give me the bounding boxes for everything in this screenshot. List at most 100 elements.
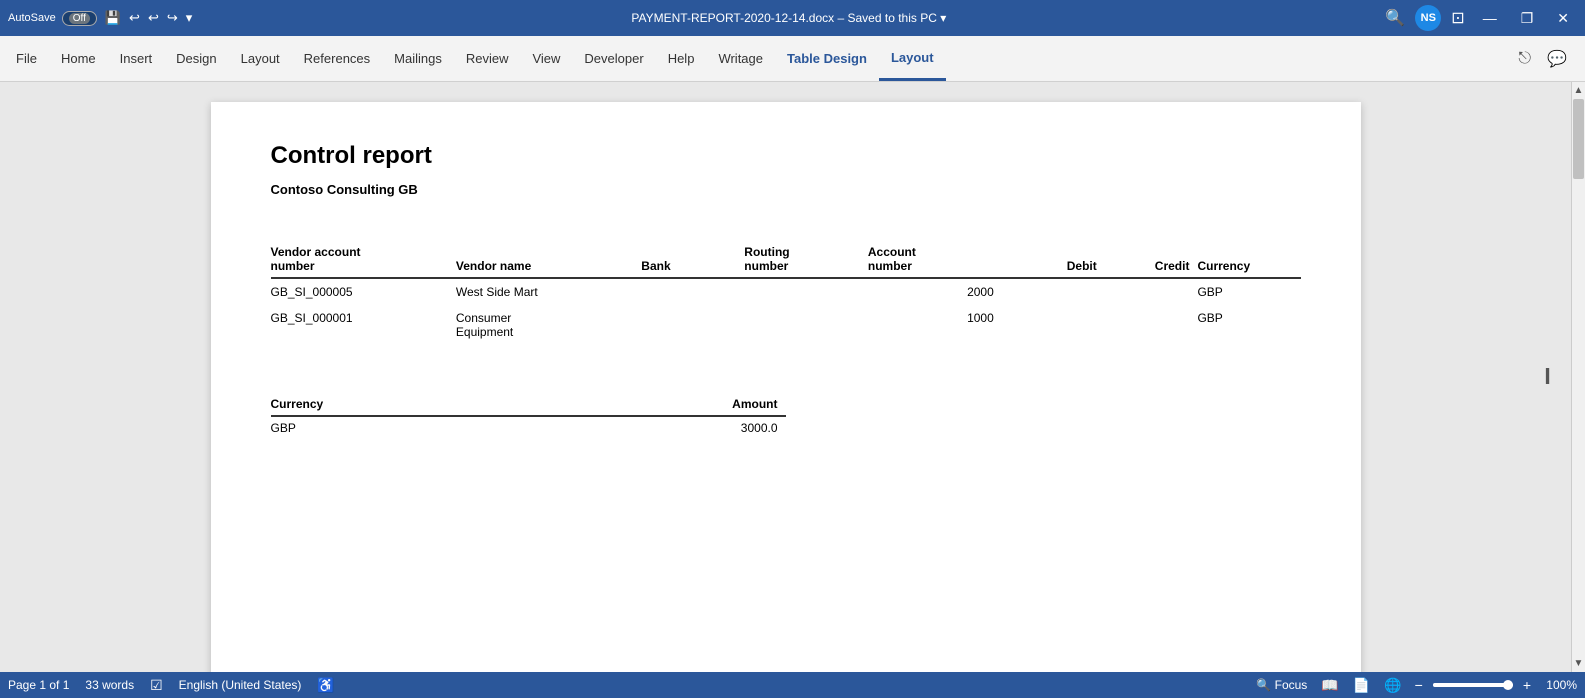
zoom-slider-fill — [1433, 683, 1513, 687]
document-heading: Control report — [271, 142, 1301, 170]
col-header-account: Accountnumber — [868, 241, 1002, 278]
avatar[interactable]: NS — [1415, 5, 1441, 31]
tab-review[interactable]: Review — [454, 36, 521, 81]
summary-row: GBP 3000.0 — [271, 416, 786, 439]
col-header-bank: Bank — [641, 241, 744, 278]
tab-design[interactable]: Design — [164, 36, 228, 81]
col-header-credit: Credit — [1105, 241, 1198, 278]
proofing-icon[interactable]: ☑ — [150, 677, 163, 694]
page-container: Control report Contoso Consulting GB Ven… — [0, 82, 1571, 672]
cell-vendor-name-1: West Side Mart — [456, 278, 641, 305]
save-button[interactable]: 💾 — [103, 8, 123, 28]
cell-vendor-account-2: GB_SI_000001 — [271, 305, 456, 345]
cell-account-2: 1000 — [868, 305, 1002, 345]
tab-mailings[interactable]: Mailings — [382, 36, 454, 81]
save-status: Saved to this PC — [848, 11, 937, 25]
tab-table-design[interactable]: Table Design — [775, 36, 879, 81]
autosave-label: AutoSave — [8, 12, 56, 24]
document-area: Control report Contoso Consulting GB Ven… — [0, 82, 1585, 672]
filename: PAYMENT-REPORT-2020-12-14.docx — [631, 11, 834, 25]
zoom-slider[interactable] — [1433, 683, 1513, 687]
tab-references[interactable]: References — [292, 36, 382, 81]
language[interactable]: English (United States) — [179, 678, 302, 692]
tab-layout[interactable]: Layout — [229, 36, 292, 81]
title-bar: AutoSave Off 💾 ↩ ↩ ↪ ▾ PAYMENT-REPORT-20… — [0, 0, 1585, 36]
tab-file[interactable]: File — [4, 36, 49, 81]
tab-writage[interactable]: Writage — [706, 36, 775, 81]
summary-col-amount: Amount — [528, 393, 786, 416]
summary-table: Currency Amount GBP 3000.0 — [271, 393, 786, 439]
minimize-button[interactable]: — — [1475, 8, 1505, 28]
col-header-vendor-account: Vendor accountnumber — [271, 241, 456, 278]
document-title-bar: PAYMENT-REPORT-2020-12-14.docx – Saved t… — [200, 11, 1377, 25]
scroll-up-button[interactable]: ▲ — [1571, 82, 1585, 99]
tab-layout-active[interactable]: Layout — [879, 36, 946, 81]
save-status-separator: – — [837, 11, 847, 25]
status-bar: Page 1 of 1 33 words ☑ English (United S… — [0, 672, 1585, 698]
comments-button[interactable]: 💬 — [1541, 45, 1573, 73]
scroll-thumb[interactable] — [1573, 99, 1584, 179]
save-status-dropdown[interactable]: ▾ — [940, 11, 946, 25]
ribbon-right-actions: ⎋ 💬 — [1512, 45, 1581, 73]
zoom-plus[interactable]: + — [1521, 677, 1533, 693]
ribbon: File Home Insert Design Layout Reference… — [0, 36, 1585, 82]
cell-currency-2: GBP — [1197, 305, 1300, 345]
cell-vendor-account-1: GB_SI_000005 — [271, 278, 456, 305]
zoom-minus[interactable]: − — [1413, 677, 1425, 693]
read-mode-button[interactable]: 📖 — [1318, 677, 1341, 694]
tab-insert[interactable]: Insert — [108, 36, 165, 81]
col-header-currency: Currency — [1197, 241, 1300, 278]
col-header-vendor-name: Vendor name — [456, 241, 641, 278]
cell-credit-1 — [1105, 278, 1198, 305]
summary-col-currency: Currency — [271, 393, 529, 416]
customize-button[interactable]: ▾ — [184, 8, 195, 28]
undo-button[interactable]: ↩ — [127, 8, 142, 28]
word-count: 33 words — [85, 678, 134, 692]
print-layout-button[interactable]: 📄 — [1350, 677, 1373, 694]
status-bar-right: 🔍 Focus 📖 📄 🌐 − + 100% — [1253, 677, 1577, 694]
scroll-down-button[interactable]: ▼ — [1571, 655, 1585, 672]
zoom-level[interactable]: 100% — [1541, 678, 1577, 692]
document-page[interactable]: Control report Contoso Consulting GB Ven… — [211, 102, 1361, 672]
redo-button[interactable]: ↪ — [165, 8, 180, 28]
cell-routing-2 — [744, 305, 868, 345]
share-button[interactable]: ⎋ — [1512, 46, 1537, 72]
search-button[interactable]: 🔍 — [1383, 6, 1407, 30]
cell-credit-2 — [1105, 305, 1198, 345]
table-row: GB_SI_000005 West Side Mart 2000 GBP — [271, 278, 1301, 305]
autosave-toggle[interactable]: Off — [62, 11, 97, 26]
table-row: GB_SI_000001 ConsumerEquipment 1000 GBP — [271, 305, 1301, 345]
tab-help[interactable]: Help — [656, 36, 707, 81]
restore-ribbon-button[interactable]: ⊡ — [1449, 6, 1466, 30]
zoom-slider-thumb — [1503, 680, 1513, 690]
focus-button[interactable]: 🔍 Focus — [1253, 678, 1310, 692]
summary-cell-currency: GBP — [271, 416, 529, 439]
tab-view[interactable]: View — [520, 36, 572, 81]
cell-vendor-name-2: ConsumerEquipment — [456, 305, 641, 345]
cell-bank-1 — [641, 278, 744, 305]
undo-arrow[interactable]: ↩ — [146, 8, 161, 28]
tab-developer[interactable]: Developer — [572, 36, 655, 81]
tab-home[interactable]: Home — [49, 36, 108, 81]
title-bar-right: 🔍 NS ⊡ — ❐ ✕ — [1383, 5, 1577, 31]
title-bar-left: AutoSave Off — [8, 11, 97, 26]
main-data-table: Vendor accountnumber Vendor name Bank Ro… — [271, 241, 1301, 345]
cell-routing-1 — [744, 278, 868, 305]
web-layout-button[interactable]: 🌐 — [1381, 677, 1404, 694]
quick-access-toolbar: 💾 ↩ ↩ ↪ ▾ — [103, 8, 194, 28]
close-button[interactable]: ✕ — [1549, 8, 1577, 29]
page-info: Page 1 of 1 — [8, 678, 69, 692]
col-header-routing: Routingnumber — [744, 241, 868, 278]
cell-currency-1: GBP — [1197, 278, 1300, 305]
scroll-track[interactable] — [1572, 99, 1585, 655]
cell-debit-1 — [1002, 278, 1105, 305]
accessibility-icon[interactable]: ♿ — [317, 677, 334, 694]
cell-bank-2 — [641, 305, 744, 345]
document-company: Contoso Consulting GB — [271, 182, 1301, 197]
summary-cell-amount: 3000.0 — [528, 416, 786, 439]
autosave-state: Off — [69, 13, 90, 24]
col-header-debit: Debit — [1002, 241, 1105, 278]
restore-button[interactable]: ❐ — [1513, 8, 1542, 29]
vertical-scrollbar[interactable]: ▲ ▼ — [1571, 82, 1585, 672]
cell-debit-2 — [1002, 305, 1105, 345]
